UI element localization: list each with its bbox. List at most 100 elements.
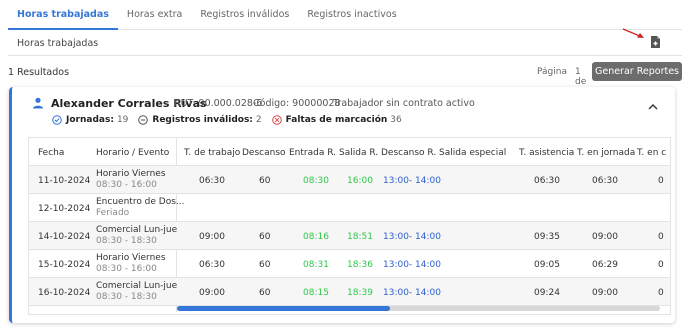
header-horario: Horario / Evento — [96, 148, 170, 158]
cell-descanso-r: 13:00- 14:00 — [383, 232, 441, 242]
cell-jornada: 06:29 — [592, 260, 618, 270]
cell-fecha: 15-10-2024 — [38, 260, 91, 270]
cell-salida: 16:00 — [347, 176, 373, 186]
horario-name: Encuentro de Dos... — [96, 197, 185, 207]
table-row[interactable]: 06:30 60 08:31 18:36 13:00- 14:00 09:05 … — [177, 250, 670, 278]
x-circle-icon — [271, 115, 282, 125]
table-row[interactable]: 06:30 60 08:30 16:00 13:00- 14:00 06:30 … — [177, 166, 670, 194]
cell-jornada: 09:00 — [592, 232, 618, 242]
vertical-scrollbar[interactable] — [670, 168, 671, 308]
cell-descanso: 60 — [259, 288, 271, 298]
table-row[interactable]: 09:00 60 08:16 18:51 13:00- 14:00 09:35 … — [177, 222, 670, 250]
employee-stats: Jornadas: 19 Registros inválidos: 2 Falt… — [52, 115, 412, 125]
table-row[interactable]: 11-10-2024 Horario Viernes 08:30 - 16:00 — [29, 166, 177, 194]
pagination-label: Página — [537, 67, 567, 77]
cell-fecha: 11-10-2024 — [38, 176, 91, 186]
horario-sub: Feriado — [96, 208, 130, 218]
tab-horas-extra[interactable]: Horas extra — [118, 0, 191, 30]
stat-faltas: Faltas de marcación 36 — [271, 115, 402, 125]
cell-descanso-r: 13:00- 14:00 — [383, 260, 441, 270]
attendance-table: Fecha Horario / Evento 11-10-2024 Horari… — [28, 137, 671, 315]
horario-name: Comercial Lun-jue — [96, 281, 178, 291]
horario-name: Comercial Lun-jue — [96, 225, 178, 235]
table-row[interactable]: 09:00 60 08:15 18:39 13:00- 14:00 09:24 … — [177, 278, 670, 306]
header-descanso: Descanso — [242, 148, 286, 158]
cell-trabajo: 09:00 — [199, 288, 225, 298]
header-salida: Salida R. — [339, 148, 379, 158]
horario-sub: 08:30 - 16:00 — [96, 264, 157, 274]
cell-horario: Comercial Lun-jue 08:30 - 18:30 — [96, 225, 177, 247]
cell-horario: Horario Viernes 08:30 - 16:00 — [96, 253, 166, 275]
header-t-trabajo: T. de trabajo — [184, 148, 241, 158]
header-t-extra: T. en c — [637, 148, 667, 158]
table-row[interactable]: 12-10-2024 Encuentro de Dos... Feriado — [29, 194, 185, 222]
cell-trabajo: 09:00 — [199, 232, 225, 242]
header-salida-especial: Salida especial — [439, 148, 507, 158]
section-title: Horas trabajadas — [17, 38, 99, 49]
employee-card: Alexander Corrales Rivas RUT: 90.000.028… — [9, 87, 675, 323]
horizontal-scrollbar-thumb[interactable] — [177, 306, 390, 311]
tab-horas-trabajadas[interactable]: Horas trabajadas — [8, 0, 118, 30]
table-header: T. de trabajo Descanso Entrada R. Salida… — [177, 138, 670, 166]
stat-invalidos: Registros inválidos: 2 — [138, 115, 262, 125]
cell-jornada: 09:00 — [592, 288, 618, 298]
cell-descanso-r: 13:00- 14:00 — [383, 176, 441, 186]
cell-trabajo: 06:30 — [199, 176, 225, 186]
header-descanso-r: Descanso R. — [381, 148, 437, 158]
cell-horario: Encuentro de Dos... Feriado — [96, 197, 185, 219]
employee-rut: RUT: 90.000.028-6 — [174, 98, 263, 109]
horario-name: Horario Viernes — [96, 253, 166, 263]
results-count: 1 Resultados — [8, 67, 70, 78]
table-header: Fecha Horario / Evento — [29, 138, 177, 166]
header-fecha: Fecha — [38, 148, 65, 158]
cell-extra: 0 — [658, 288, 664, 298]
cell-entrada: 08:30 — [303, 176, 329, 186]
pagination-of: 1 de — [575, 67, 587, 87]
export-report-icon[interactable] — [648, 35, 662, 49]
header-entrada: Entrada R. — [289, 148, 337, 158]
cell-extra: 0 — [658, 260, 664, 270]
table-row[interactable]: 15-10-2024 Horario Viernes 08:30 - 16:00 — [29, 250, 177, 278]
horario-sub: 08:30 - 16:00 — [96, 180, 157, 190]
chevron-up-icon[interactable] — [648, 103, 658, 110]
cell-extra: 0 — [658, 176, 664, 186]
horario-name: Horario Viernes — [96, 169, 166, 179]
header-t-jornada: T. en jornada — [577, 148, 636, 158]
cell-horario: Horario Viernes 08:30 - 16:00 — [96, 169, 166, 191]
stat-jornadas: Jornadas: 19 — [52, 115, 128, 125]
horizontal-scrollbar[interactable] — [177, 306, 660, 311]
stat-invalidos-value: 2 — [255, 115, 262, 125]
cell-fecha: 12-10-2024 — [38, 204, 91, 214]
table-scroll-columns[interactable]: T. de trabajo Descanso Entrada R. Salida… — [177, 138, 670, 312]
table-frozen-columns: Fecha Horario / Evento 11-10-2024 Horari… — [29, 138, 185, 312]
employee-code: Código: 90000028 — [253, 98, 341, 109]
stat-invalidos-label: Registros inválidos: — [152, 115, 253, 125]
minus-circle-icon — [138, 115, 149, 125]
cell-asistencia: 09:05 — [534, 260, 560, 270]
tab-registros-inactivos[interactable]: Registros inactivos — [298, 0, 405, 30]
header-t-asistencia: T. asistencia — [519, 148, 575, 158]
cell-entrada: 08:31 — [303, 260, 329, 270]
cell-fecha: 14-10-2024 — [38, 232, 91, 242]
generate-reports-button[interactable]: Generar Reportes — [592, 62, 682, 81]
pagination: Página 1 de — [537, 67, 586, 87]
employee-contract-status: Trabajador sin contrato activo — [333, 98, 475, 109]
cell-horario: Comercial Lun-jue 08:30 - 18:30 — [96, 281, 177, 303]
section-header: Horas trabajadas — [8, 31, 682, 56]
table-row[interactable] — [177, 194, 670, 222]
cell-descanso: 60 — [259, 176, 271, 186]
check-circle-icon — [52, 115, 62, 125]
tab-registros-invalidos[interactable]: Registros inválidos — [191, 0, 298, 30]
vertical-scrollbar-thumb[interactable] — [670, 220, 671, 280]
cell-extra: 0 — [658, 232, 664, 242]
stat-faltas-value: 36 — [390, 115, 402, 125]
cell-trabajo: 06:30 — [199, 260, 225, 270]
stat-jornadas-label: Jornadas: — [66, 115, 114, 125]
stat-jornadas-value: 19 — [116, 115, 129, 125]
table-row[interactable]: 14-10-2024 Comercial Lun-jue 08:30 - 18:… — [29, 222, 177, 250]
table-row[interactable]: 16-10-2024 Comercial Lun-jue 08:30 - 18:… — [29, 278, 177, 306]
horario-sub: 08:30 - 18:30 — [96, 292, 157, 302]
cell-entrada: 08:16 — [303, 232, 329, 242]
cell-fecha: 16-10-2024 — [38, 288, 91, 298]
cell-salida: 18:51 — [347, 232, 373, 242]
